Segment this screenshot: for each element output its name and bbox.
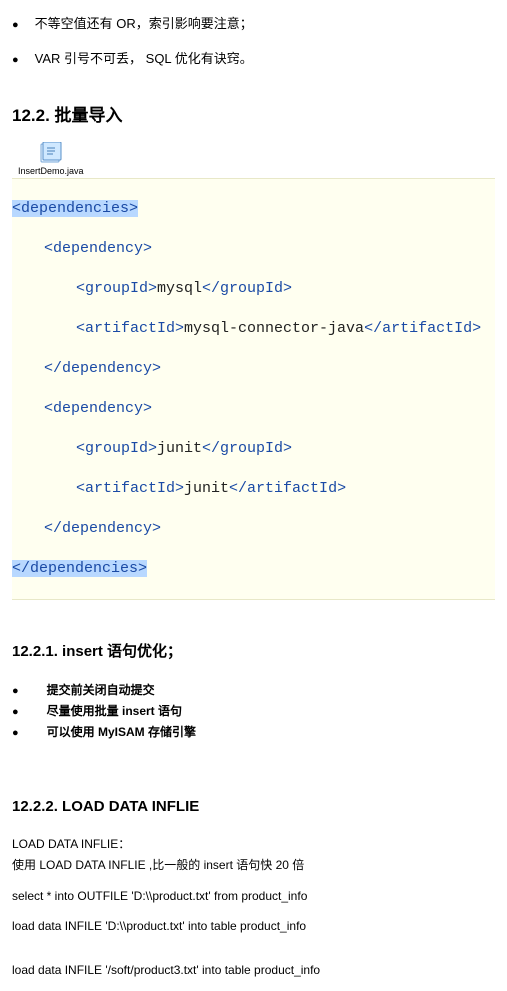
code-tag: <dependency> xyxy=(44,240,152,257)
bullet-text: 提交前关闭自动提交 xyxy=(47,681,155,698)
code-tag: </artifactId> xyxy=(229,480,346,497)
code-tag: <dependency> xyxy=(44,400,152,417)
bullet-dot-icon: ● xyxy=(12,16,19,34)
bullet-dot-icon: ● xyxy=(12,724,19,742)
bullet-dot-icon: ● xyxy=(12,51,19,69)
java-file-icon xyxy=(37,142,65,164)
bullet-text: VAR 引号不可丢， SQL 优化有诀窍。 xyxy=(35,48,253,67)
code-tag: </dependency> xyxy=(44,520,161,537)
heading-12-2: 12.2. 批量导入 xyxy=(12,101,495,126)
code-tag: </dependencies> xyxy=(12,560,147,577)
code-tag: </artifactId> xyxy=(364,320,481,337)
code-text: junit xyxy=(184,480,229,497)
bullet-item: ● 尽量使用批量 insert 语句 xyxy=(12,702,495,721)
paragraph: 使用 LOAD DATA INFLIE ,比一般的 insert 语句快 20 … xyxy=(12,856,495,873)
heading-12-2-2: 12.2.2. LOAD DATA INFLIE xyxy=(12,798,495,815)
code-text: mysql-connector-java xyxy=(184,320,364,337)
code-tag: </groupId> xyxy=(202,280,292,297)
file-label: InsertDemo.java xyxy=(18,166,84,176)
paragraph: LOAD DATA INFLIE： xyxy=(12,835,495,852)
bullet-item: ● 不等空值还有 OR，索引影响要注意； xyxy=(12,13,495,34)
heading-12-2-1: 12.2.1. insert 语句优化； xyxy=(12,640,495,661)
paragraph: load data INFILE 'D:\\product.txt' into … xyxy=(12,919,495,933)
code-tag: <groupId> xyxy=(76,440,157,457)
code-tag: <artifactId> xyxy=(76,320,184,337)
code-tag: </groupId> xyxy=(202,440,292,457)
bullet-dot-icon: ● xyxy=(12,682,19,700)
bullet-item: ● VAR 引号不可丢， SQL 优化有诀窍。 xyxy=(12,48,495,69)
code-tag: <artifactId> xyxy=(76,480,184,497)
bullet-dot-icon: ● xyxy=(12,703,19,721)
paragraph: load data INFILE '/soft/product3.txt' in… xyxy=(12,963,495,977)
code-text: mysql xyxy=(157,280,202,297)
code-tag: </dependency> xyxy=(44,360,161,377)
file-attachment: InsertDemo.java xyxy=(18,142,84,176)
bullet-item: ● 提交前关闭自动提交 xyxy=(12,681,495,700)
xml-code-block: <dependencies> <dependency> <groupId>mys… xyxy=(12,178,495,600)
bullet-text: 可以使用 MyISAM 存储引擎 xyxy=(47,723,196,740)
paragraph: select * into OUTFILE 'D:\\product.txt' … xyxy=(12,889,495,903)
bullet-text: 尽量使用批量 insert 语句 xyxy=(47,702,182,719)
code-tag: <groupId> xyxy=(76,280,157,297)
code-text: junit xyxy=(157,440,202,457)
code-tag: <dependencies> xyxy=(12,200,138,217)
bullet-item: ● 可以使用 MyISAM 存储引擎 xyxy=(12,723,495,742)
bullet-text: 不等空值还有 OR，索引影响要注意； xyxy=(35,13,253,32)
